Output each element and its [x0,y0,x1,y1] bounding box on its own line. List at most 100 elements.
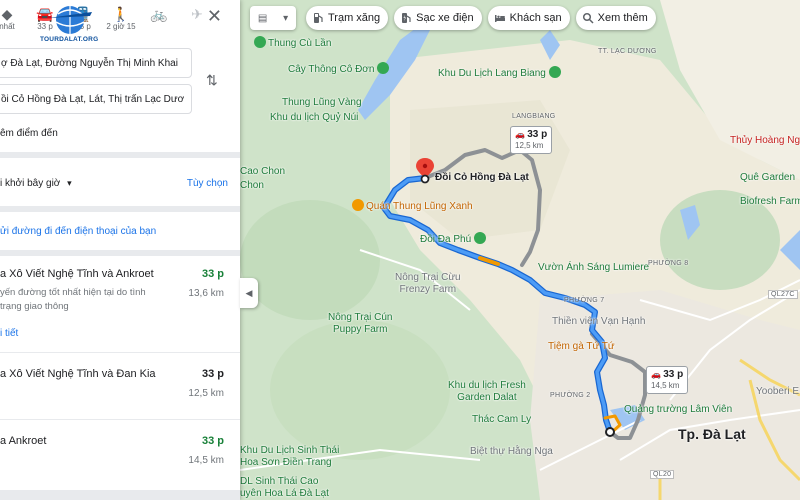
map-label-nong-trai-cun[interactable]: Nông Trại Cún Puppy Farm [328,312,392,336]
layers-icon: ▤ [257,12,268,24]
mode-walking[interactable]: 🚶 2 giờ 15 [102,6,140,31]
map-label-dl-sinh-thai[interactable]: DL Sinh Thái Cao uyên Hoa Lá Đà Lạt [240,476,329,500]
map-label-biofresh[interactable]: Biofresh Farm [740,196,800,207]
route-option-3[interactable]: a Ankroet 33 p 14,5 km [0,420,240,490]
map-label-cao-chon[interactable]: Cao Chon [240,166,285,177]
chip-hotel[interactable]: Khách sạn [487,6,570,30]
map-label-sinh-thai[interactable]: Khu Du Lịch Sinh Thái Hoa Sơn Điền Trang [240,445,339,469]
map-label-phuong8: PHƯỜNG 8 [648,260,689,267]
map-label-chon[interactable]: Chon [240,180,264,191]
route-box-alt-1[interactable]: 🚗 33 p 12,5 km [510,126,553,154]
map-label-doi-da-phu[interactable]: Đồi Đa Phú [420,232,488,245]
chip-more-label: Xem thêm [597,12,648,24]
map-canvas[interactable]: ▤ ▾ Trạm xăng Sạc xe điện Khách sạn Xem … [240,0,800,500]
map-label-tiem-ga[interactable]: Tiệm gà Tứ Tứ [548,341,615,352]
map-label-tp-da-lat: Tp. Đà Lạt [678,426,746,442]
route-details-link[interactable]: i tiết [0,328,18,339]
map-label-fresh-garden[interactable]: Khu du lịch Fresh Garden Dalat [448,380,526,404]
car-icon: 🚗 [651,370,661,379]
map-label-cay-thong[interactable]: Cây Thông Cô Đơn [288,62,391,75]
route-time: 33 p [201,368,224,380]
layers-toggle[interactable]: ▤ ▾ [250,6,296,30]
destination-input[interactable]: ồi Cỏ Hồng Đà Lạt, Lát, Thị trấn Lạc Dươ [0,84,192,114]
options-button[interactable]: Tùy chọn [187,178,228,189]
map-label-vuon-anh-sang[interactable]: Vườn Ánh Sáng Lumiere [538,262,649,273]
park-icon [254,36,266,48]
park-icon [377,62,390,74]
close-icon[interactable]: ✕ [207,6,222,27]
route-option-1[interactable]: a Xô Viết Nghệ Tĩnh và Ankroet 33 p 13,6… [0,256,240,352]
map-label-quang-truong[interactable]: Quảng trường Lâm Viên [624,404,732,415]
route-distance: 13,6 km [188,288,224,299]
ev-charger-icon [402,13,411,23]
chevron-down-icon: ▾ [283,12,289,24]
route-box-alt-2[interactable]: 🚗 33 p 14,5 km [646,366,689,394]
chip-gas-station[interactable]: Trạm xăng [306,6,389,30]
walk-icon: 🚶 [112,6,130,22]
route-name: a Xô Viết Nghệ Tĩnh và Đan Kia [0,368,156,380]
add-stop-button[interactable]: êm điểm đến [0,128,58,139]
mode-best-label: nhất [0,22,15,31]
mode-walking-label: 2 giờ 15 [106,22,136,31]
map-label-lang-biang[interactable]: Khu Du Lịch Lang Biang [438,66,563,79]
chip-more[interactable]: Xem thêm [575,6,656,30]
chip-ev-charger[interactable]: Sạc xe điện [394,6,482,30]
map-label-doi-co-hong[interactable]: Đồi Cỏ Hồng Đà Lạt [435,172,529,183]
route-box-time: 33 p [527,129,548,140]
mode-best[interactable]: ◆ nhất [0,6,26,31]
map-label-que-garden[interactable]: Quê Garden [740,172,795,183]
globe-logo-icon [48,6,92,34]
best-route-icon: ◆ [1,6,13,22]
car-icon: 🚗 [515,130,525,139]
travel-mode-bar: ◆ nhất 🚘 33 p 🚆 33 p 🚶 2 giờ 15 🚲 ✈ ✕ [0,0,240,38]
map-label-thac-cam-ly[interactable]: Thác Cam Ly [472,414,531,425]
mode-cycling[interactable]: 🚲 [140,6,178,22]
map-label-phuong7: PHƯỜNG 7 [564,297,605,304]
send-to-phone-link[interactable]: ửi đường đi đến điện thoại của bạn [0,226,156,237]
search-icon [582,12,594,24]
chip-hotel-label: Khách sạn [509,12,562,24]
park-icon [548,66,561,78]
gas-station-icon [314,13,323,23]
route-distance: 14,5 km [188,455,224,466]
map-label-tlx[interactable]: Quán Thung Lũng Xanh [352,199,473,212]
bicycle-icon: 🚲 [150,6,168,22]
route-time: 33 p [201,435,224,447]
hotel-icon [494,15,505,22]
road-shield-ql20: QL20 [650,470,675,479]
depart-label: i khởi bây giờ [0,178,61,189]
map-label-phuong2: PHƯỜNG 2 [550,392,591,399]
map-label-cu-lan[interactable]: Thung Cù Lần [254,36,331,49]
map-label-thung-lung-vang[interactable]: Thung Lũng Vàng [282,97,362,108]
logo-text: TOURDALAT.ORG [40,36,99,43]
restaurant-icon [352,199,364,211]
tourdalat-logo: TOURDALAT.ORG [40,4,102,46]
map-label-thuy-hoang-nga[interactable]: Thủy Hoàng Nga [730,135,800,146]
map-label-quy-nui[interactable]: Khu du lịch Quỷ Núi [270,112,358,123]
map-label-thien-vien[interactable]: Thiền viện Vạn Hạnh [552,316,645,327]
route-description: yến đường tốt nhất hiện tại do tình trạn… [0,287,146,312]
swap-icon[interactable]: ⇅ [206,72,218,89]
depart-time-select[interactable]: i khởi bây giờ ▾ [0,178,72,189]
divider [0,152,240,158]
category-chips: Trạm xăng Sạc xe điện Khách sạn Xem thêm [306,6,656,30]
route-box-distance: 12,5 km [515,141,544,150]
chevron-down-icon: ▾ [67,178,72,188]
route-name: a Xô Viết Nghệ Tĩnh và Ankroet [0,268,154,280]
origin-input[interactable]: ợ Đà Lạt, Đường Nguyễn Thị Minh Khai [0,48,192,78]
map-label-langbiang: LANGBIANG [512,113,556,120]
chevron-left-icon: ◀ [245,287,253,298]
route-time: 33 p [201,268,224,280]
route-box-distance: 14,5 km [651,381,680,390]
route-option-2[interactable]: a Xô Viết Nghệ Tĩnh và Đan Kia 33 p 12,5… [0,353,240,419]
road-shield-ql27c: QL27C [768,290,798,299]
chip-gas-station-label: Trạm xăng [328,12,381,24]
divider [0,490,240,500]
map-label-biet-thu[interactable]: Biệt thự Hằng Nga [470,446,553,457]
map-label-nong-trai-cuu[interactable]: Nông Trại Cừu Frenzy Farm [395,272,461,296]
collapse-panel-button[interactable]: ◀ [240,278,258,308]
map-label-tt-lac-duong: TT. LẠC DƯƠNG [598,48,657,55]
route-distance: 12,5 km [188,388,224,399]
divider [0,206,240,212]
map-label-yooberi[interactable]: Yooberi E [756,386,799,397]
